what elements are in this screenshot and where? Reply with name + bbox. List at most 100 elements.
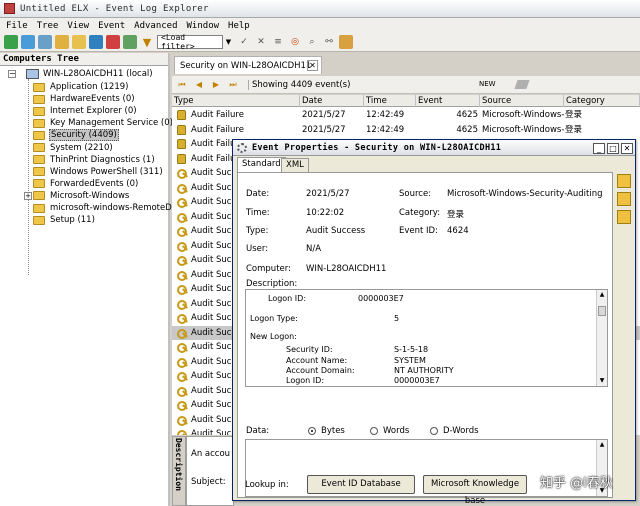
tree-item[interactable]: Key Management Service (0): [33, 117, 174, 129]
close-tab-icon[interactable]: ✕: [307, 60, 318, 71]
tree-item-label: Application (1219): [50, 82, 129, 92]
close-icon[interactable]: ✕: [621, 143, 633, 154]
tree-item[interactable]: HardwareEvents (0): [33, 93, 136, 105]
next-page-icon[interactable]: ▶: [210, 79, 222, 91]
data-scroll-up-icon[interactable]: ▲: [598, 441, 606, 449]
find-icon[interactable]: ⌕: [305, 35, 319, 49]
log-folder-icon: [33, 179, 45, 189]
menu-advanced[interactable]: Advanced: [134, 21, 177, 31]
open-folder-icon[interactable]: [72, 35, 86, 49]
load-log-icon[interactable]: [55, 35, 69, 49]
filter-icon[interactable]: ▼: [140, 35, 154, 49]
minimize-icon[interactable]: _: [593, 143, 605, 154]
menu-help[interactable]: Help: [228, 21, 250, 31]
menu-window[interactable]: Window: [187, 21, 220, 31]
cell-source: Microsoft-Windows-Se: [482, 110, 564, 120]
key-icon: [177, 314, 187, 324]
toolbar: ▼ <Load filter> ▼ ✓ ✕ ≡ ◎ ⌕ ⚯: [0, 33, 640, 52]
scroll-thumb[interactable]: [598, 306, 606, 316]
scroll-up-icon[interactable]: ▲: [598, 291, 606, 299]
tree-item[interactable]: System (2210): [33, 142, 114, 154]
tree-item[interactable]: microsoft-windows-RemoteDesk: [33, 202, 187, 214]
properties-icon[interactable]: ≡: [271, 35, 285, 49]
tab-security-log[interactable]: Security on WIN-L28OAICDH11 ✕: [174, 56, 322, 74]
radio-bytes[interactable]: Bytes: [308, 426, 345, 436]
database-icon[interactable]: [38, 35, 52, 49]
description-line-label: Logon ID:: [286, 376, 325, 385]
binoculars-icon[interactable]: ⚯: [322, 35, 336, 49]
add-computer-icon[interactable]: [4, 35, 18, 49]
previous-page-icon[interactable]: ◀: [193, 79, 205, 91]
column-category[interactable]: Category: [564, 95, 640, 107]
log-folder-icon: [33, 143, 45, 152]
tree-item[interactable]: Security (4409): [33, 129, 119, 142]
dialog-title: Event Properties - Security on WIN-L28OA…: [252, 142, 502, 153]
tree-item[interactable]: Windows PowerShell (311): [33, 166, 164, 178]
microsoft-kb-button[interactable]: Microsoft Knowledge base: [423, 475, 527, 506]
tree-item[interactable]: Application (1219): [33, 81, 129, 93]
time-value: 10:22:02: [306, 208, 345, 218]
column-source[interactable]: Source: [480, 95, 564, 107]
eraser-icon[interactable]: [514, 80, 530, 89]
filter-combo[interactable]: <Load filter>: [157, 33, 223, 51]
description-label: Description:: [246, 279, 298, 289]
description-line-value: 5: [394, 314, 400, 323]
column-type[interactable]: Type: [172, 95, 300, 107]
column-time[interactable]: Time: [364, 95, 416, 107]
tree-item[interactable]: ForwardedEvents (0): [33, 178, 139, 190]
date-label: Date:: [246, 189, 270, 199]
radio-dwords-dot: [430, 427, 438, 435]
tree-item-label: Microsoft-Windows: [50, 190, 130, 201]
tree-item[interactable]: Setup (11): [33, 214, 96, 226]
radio-dwords[interactable]: D-Words: [430, 426, 479, 436]
description-pane-header: Description: [174, 438, 183, 491]
tab-xml[interactable]: XML: [281, 158, 309, 172]
next-event-icon[interactable]: [617, 192, 631, 206]
tree-root-computer[interactable]: − WIN-L28OAICDH11 (local): [8, 69, 153, 79]
event-id-database-button[interactable]: Event ID Database: [307, 475, 415, 494]
menu-file[interactable]: File: [6, 21, 28, 31]
first-page-icon[interactable]: ⏮: [176, 79, 188, 91]
copy-event-icon[interactable]: [617, 210, 631, 224]
clear-filter-icon[interactable]: ✓: [237, 35, 251, 49]
tree-item[interactable]: ThinPrint Diagnostics (1): [33, 154, 156, 166]
description-scrollbar[interactable]: ▲ ▼: [596, 290, 607, 386]
menu-tree[interactable]: Tree: [37, 21, 59, 31]
tab-standard[interactable]: Standard: [237, 157, 286, 172]
delete-icon[interactable]: ✕: [254, 35, 268, 49]
menu-event[interactable]: Event: [98, 21, 125, 31]
scroll-down-icon[interactable]: ▼: [598, 377, 606, 385]
lock-icon: [177, 153, 186, 164]
expand-icon[interactable]: +: [24, 191, 32, 200]
key-icon: [177, 343, 187, 353]
table-row[interactable]: Audit Failure 2021/5/27 12:42:49 4625 Micros…: [172, 123, 640, 138]
tree-item-label: ForwardedEvents (0): [50, 178, 139, 189]
tree-item[interactable]: Internet Explorer (0): [33, 105, 138, 117]
help-lifebuoy-icon[interactable]: ◎: [288, 35, 302, 49]
maximize-icon[interactable]: □: [607, 143, 619, 154]
previous-event-icon[interactable]: [617, 174, 631, 188]
chevron-down-icon[interactable]: ▼: [224, 35, 233, 49]
export-icon[interactable]: [123, 35, 137, 49]
description-first-line: An accou: [191, 449, 231, 459]
tree-item[interactable]: Microsoft-Windows: [33, 190, 130, 202]
description-line-value: SYSTEM: [394, 356, 426, 365]
menu-view[interactable]: View: [67, 21, 89, 31]
last-page-icon[interactable]: ⏭: [227, 79, 239, 91]
tree-item-label: Internet Explorer (0): [50, 106, 137, 117]
save-red-icon[interactable]: [106, 35, 120, 49]
description-text[interactable]: Logon ID: 0000003E7 Logon Type: 5 New Logon:…: [245, 289, 608, 387]
table-row[interactable]: Audit Failure 2021/5/27 12:42:49 4625 Micros…: [172, 108, 640, 123]
save-icon[interactable]: [89, 35, 103, 49]
menu-bar: File Tree View Event Advanced Window Hel…: [0, 18, 640, 33]
column-event[interactable]: Event: [416, 95, 480, 107]
print-icon[interactable]: [339, 35, 353, 49]
refresh-icon[interactable]: [21, 35, 35, 49]
column-date[interactable]: Date: [300, 95, 364, 107]
radio-words[interactable]: Words: [370, 426, 409, 436]
computers-tree-pane: Computers Tree − WIN-L28OAICDH11 (local)…: [0, 53, 186, 506]
lock-icon: [177, 110, 186, 120]
source-value: Microsoft-Windows-Security-Auditing: [447, 189, 603, 199]
key-icon: [177, 169, 187, 179]
cell-source: Microsoft-Windows-Se: [482, 124, 564, 135]
